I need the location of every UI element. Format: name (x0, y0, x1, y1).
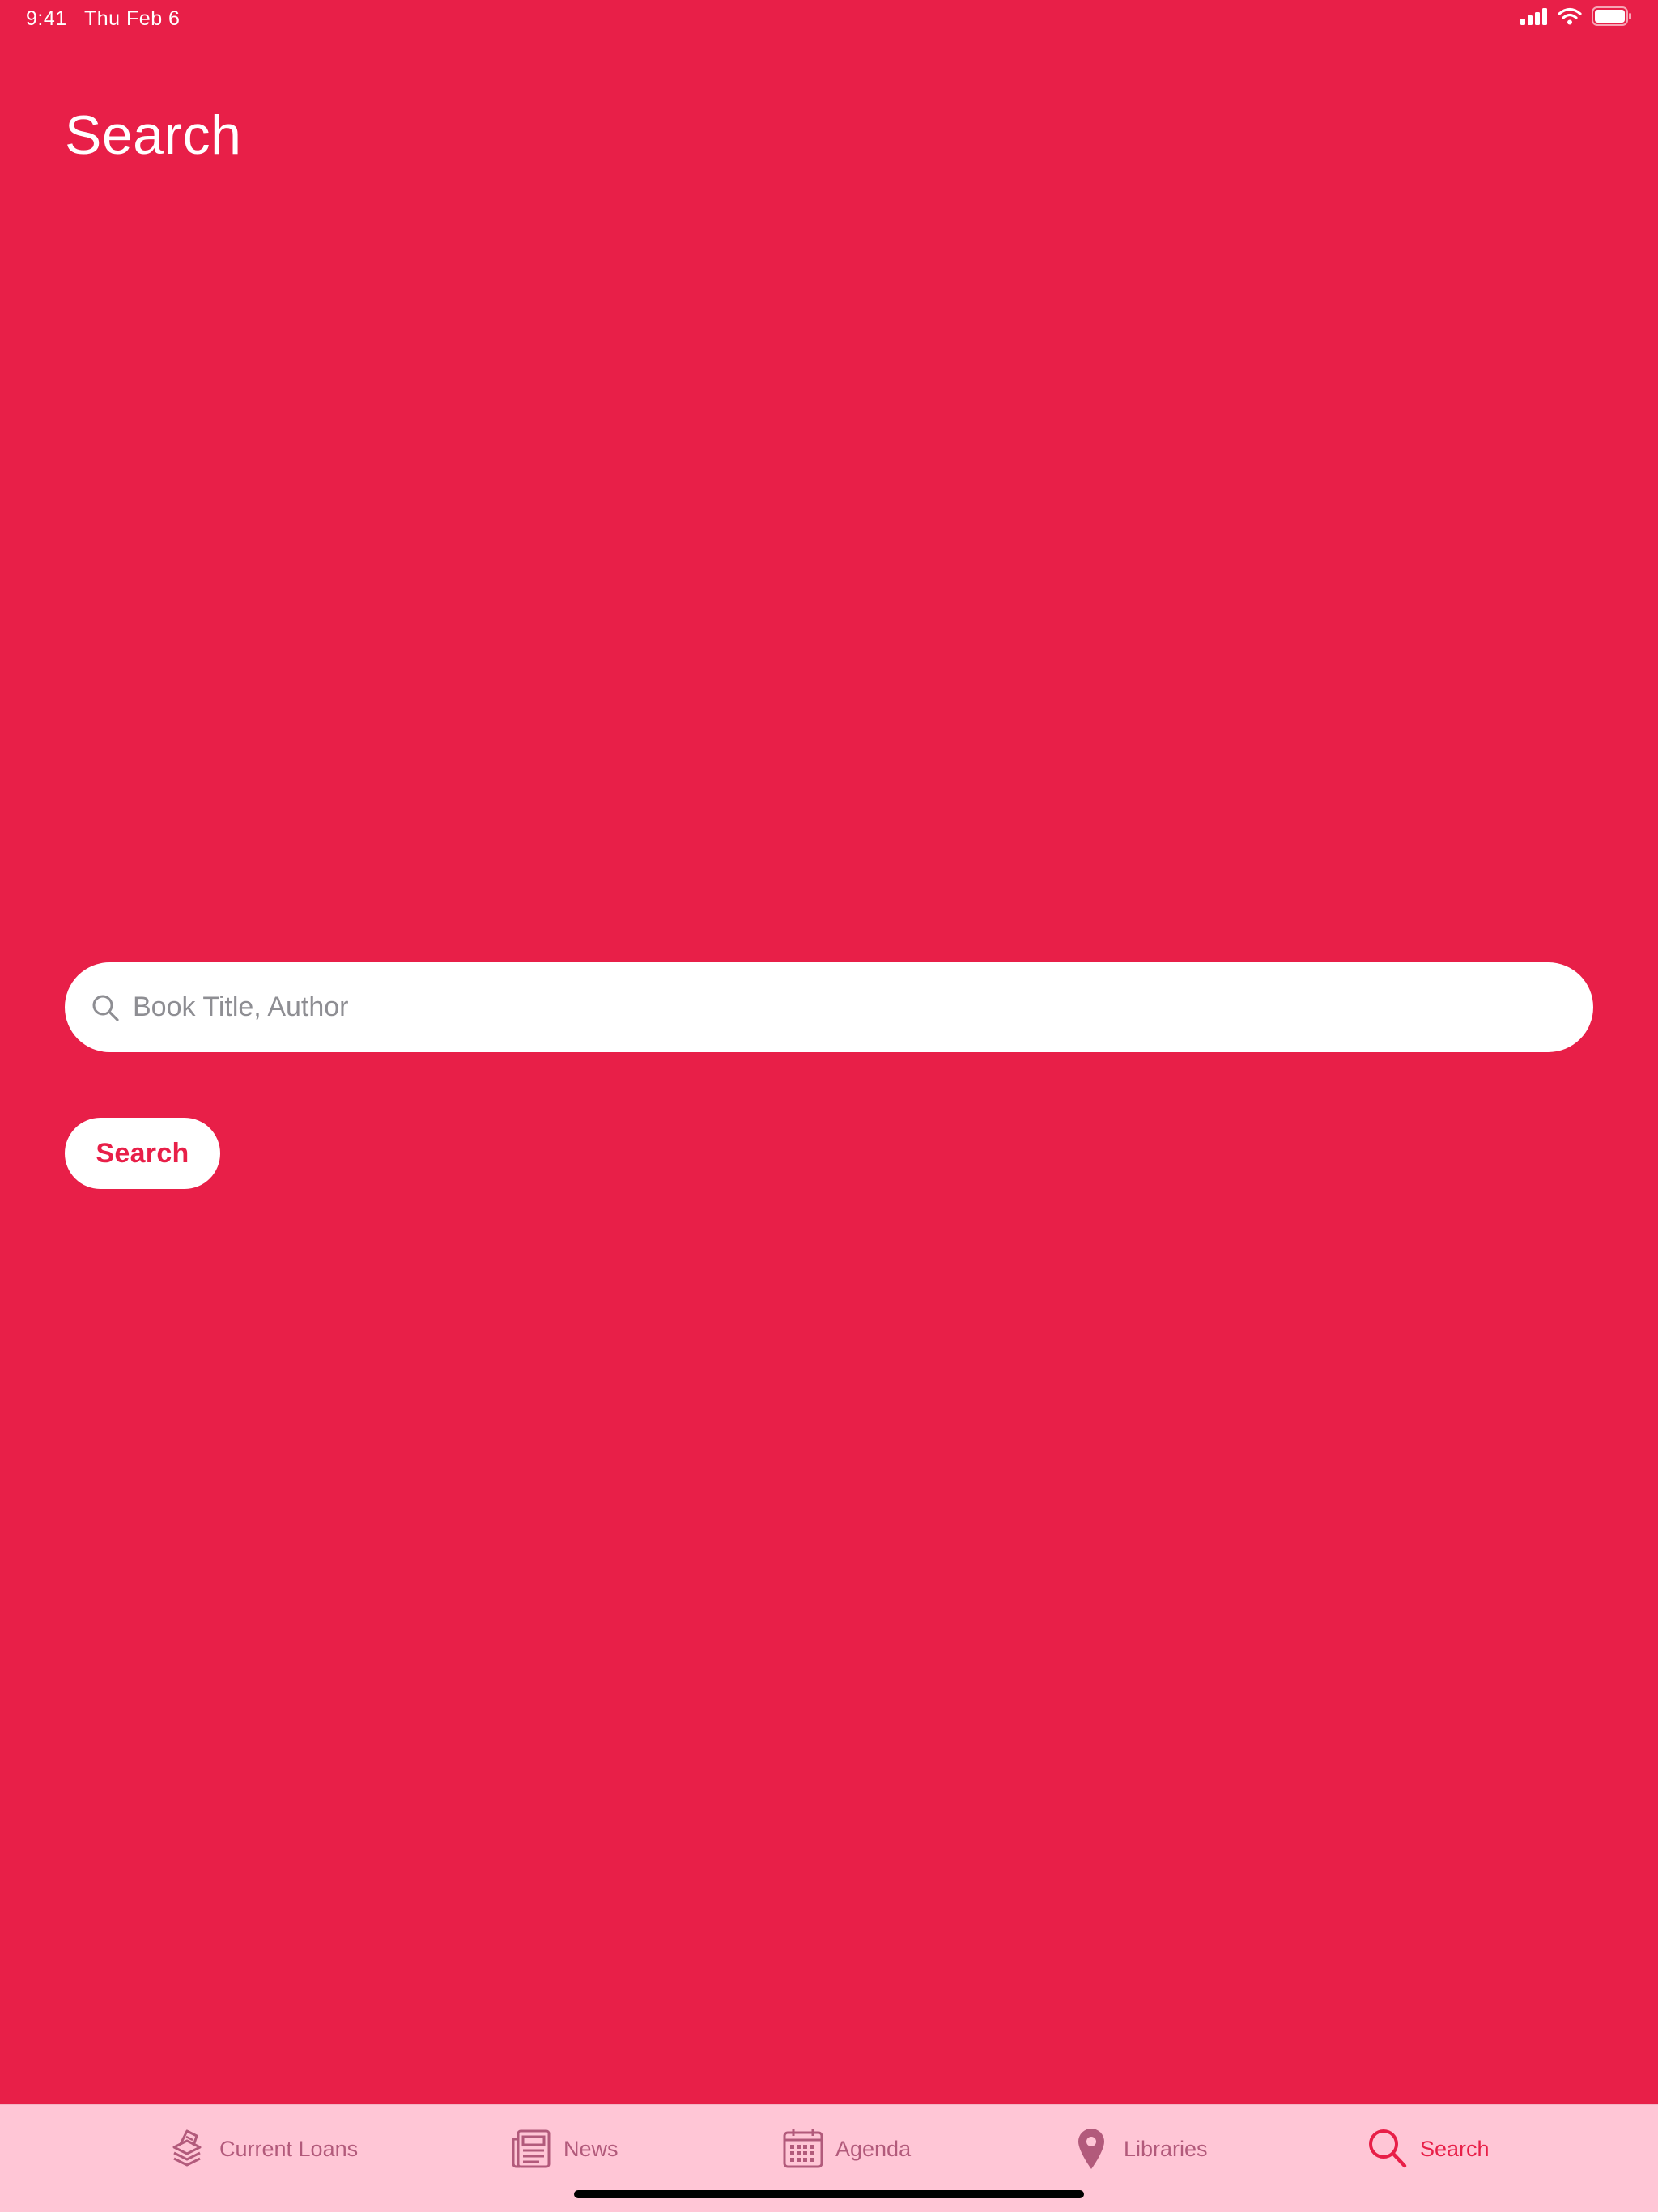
tab-current-loans[interactable]: Current Loans (166, 2126, 358, 2172)
newspaper-icon (510, 2126, 552, 2172)
cellular-signal-icon (1520, 7, 1548, 31)
search-button[interactable]: Search (65, 1118, 220, 1189)
map-pin-icon (1070, 2126, 1112, 2172)
battery-icon (1592, 6, 1632, 32)
calendar-icon (782, 2126, 824, 2172)
tab-search[interactable]: Search (1367, 2126, 1490, 2172)
search-input[interactable] (133, 983, 1558, 1032)
tab-libraries[interactable]: Libraries (1070, 2126, 1208, 2172)
tab-label: Current Loans (219, 2136, 359, 2161)
books-stack-icon (166, 2126, 208, 2172)
search-icon (1367, 2126, 1409, 2172)
tab-label: News (563, 2136, 619, 2161)
wifi-icon (1558, 7, 1582, 31)
tab-label: Search (1420, 2136, 1490, 2161)
page-title: Search (65, 104, 242, 166)
status-date: Thu Feb 6 (84, 7, 181, 30)
tab-label: Agenda (835, 2136, 912, 2161)
home-indicator (574, 2190, 1084, 2198)
tab-news[interactable]: News (510, 2126, 619, 2172)
tab-label: Libraries (1124, 2136, 1208, 2161)
search-icon (89, 991, 121, 1024)
status-icons (1520, 6, 1632, 32)
status-time: 9:41 (26, 7, 67, 30)
tab-agenda[interactable]: Agenda (782, 2126, 911, 2172)
status-bar: 9:41 Thu Feb 6 (0, 0, 1658, 39)
search-field[interactable] (65, 962, 1593, 1052)
